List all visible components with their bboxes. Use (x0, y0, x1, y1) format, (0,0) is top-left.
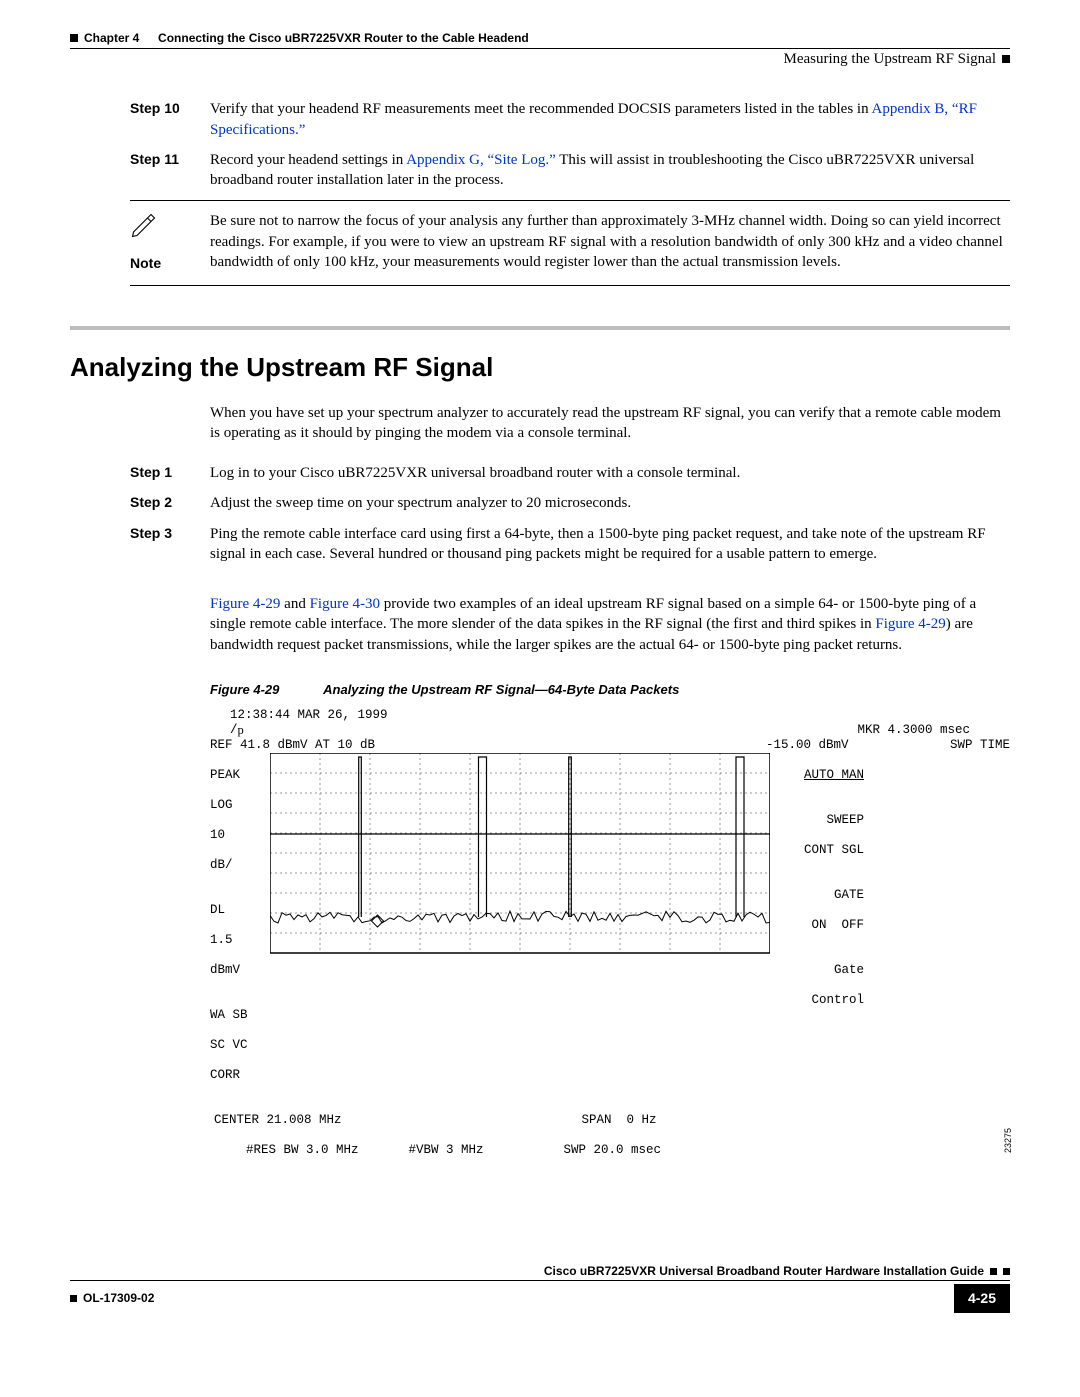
page-header: Chapter 4 Connecting the Cisco uBR7225VX… (70, 30, 1010, 46)
step-body: Record your headend settings in Appendix… (210, 150, 1010, 191)
note-block: Note Be sure not to narrow the focus of … (130, 200, 1010, 285)
footer-doc-number: OL-17309-02 (83, 1290, 154, 1306)
footer-rule (70, 1280, 1010, 1281)
step-row: Step 3 Ping the remote cable interface c… (130, 524, 1010, 565)
chart-marker-time: MKR 4.3000 msec (857, 723, 970, 738)
footer-bullet (70, 1295, 77, 1302)
note-text: Be sure not to narrow the focus of your … (210, 211, 1010, 272)
chart-right-col: AUTO MAN SWEEP CONT SGL GATE ON OFF Gate… (770, 753, 864, 1098)
figure-image-id: 23275 (1003, 1128, 1014, 1153)
footer-book-title: Cisco uBR7225VXR Universal Broadband Rou… (70, 1263, 984, 1279)
chart-atten: AT 10 dB (270, 738, 420, 753)
spectrum-plot (270, 753, 770, 963)
header-bullet-right (1002, 55, 1010, 63)
spectrum-analyzer-chart: 12:38:44 MAR 26, 1999 /p MKR 4.3000 msec… (210, 708, 1010, 1173)
step-row: Step 10 Verify that your headend RF meas… (130, 99, 1010, 140)
step-text: Record your headend settings in (210, 152, 406, 168)
step-body: Log in to your Cisco uBR7225VXR universa… (210, 463, 1010, 483)
step-label: Step 2 (130, 493, 210, 513)
para-text: and (280, 596, 309, 612)
chart-left-col: PEAK LOG 10 dB/ DL 1.5 dBmV WA SB SC VC … (210, 753, 270, 1098)
page-number-badge: 4-25 (954, 1284, 1010, 1313)
step-text: Verify that your headend RF measurements… (210, 101, 872, 117)
appendix-g-link[interactable]: Appendix G, “Site Log.” (406, 152, 556, 168)
figure-caption: Figure 4-29 Analyzing the Upstream RF Si… (210, 681, 1010, 699)
figure-4-29-link[interactable]: Figure 4-29 (210, 596, 280, 612)
footer-bullet (990, 1268, 997, 1275)
section-divider (70, 326, 1010, 330)
steps-block-b: Step 1 Log in to your Cisco uBR7225VXR u… (130, 463, 1010, 564)
chart-r-swptime: SWP TIME (950, 738, 1010, 752)
header-right: Measuring the Upstream RF Signal (70, 49, 1010, 69)
chart-left-labels: REF 41.8 dBmV (210, 738, 270, 753)
step-label: Step 11 (130, 150, 210, 191)
figure-title: Analyzing the Upstream RF Signal—64-Byte… (323, 682, 679, 697)
step-label: Step 3 (130, 524, 210, 565)
chapter-title: Connecting the Cisco uBR7225VXR Router t… (158, 30, 529, 46)
section-name-right: Measuring the Upstream RF Signal (784, 49, 996, 69)
step-row: Step 11 Record your headend settings in … (130, 150, 1010, 191)
steps-block-a: Step 10 Verify that your headend RF meas… (130, 99, 1010, 190)
step-row: Step 2 Adjust the sweep time on your spe… (130, 493, 1010, 513)
figure-intro-paragraph: Figure 4-29 and Figure 4-30 provide two … (210, 594, 1010, 655)
chart-marker-val: -15.00 dBmV (766, 738, 916, 753)
chapter-number: Chapter 4 (84, 30, 139, 46)
footer-bullet (1003, 1268, 1010, 1275)
figure-4-29-link-b[interactable]: Figure 4-29 (875, 616, 945, 632)
page-footer: Cisco uBR7225VXR Universal Broadband Rou… (70, 1263, 1010, 1312)
chart-bottom-labels: CENTER 21.008 MHzSPAN 0 Hz #RES BW 3.0 M… (214, 1098, 1010, 1173)
step-row: Step 1 Log in to your Cisco uBR7225VXR u… (130, 463, 1010, 483)
chart-timestamp: 12:38:44 MAR 26, 1999 (230, 708, 1010, 723)
header-bullet (70, 34, 78, 42)
step-label: Step 10 (130, 99, 210, 140)
step-body: Ping the remote cable interface card usi… (210, 524, 1010, 565)
step-label: Step 1 (130, 463, 210, 483)
figure-number: Figure 4-29 (210, 681, 320, 699)
step-body: Verify that your headend RF measurements… (210, 99, 1010, 140)
pencil-icon (130, 211, 158, 239)
note-label: Note (130, 254, 210, 273)
section-heading: Analyzing the Upstream RF Signal (70, 350, 1010, 385)
figure-4-30-link[interactable]: Figure 4-30 (310, 596, 380, 612)
intro-paragraph: When you have set up your spectrum analy… (210, 403, 1010, 444)
step-body: Adjust the sweep time on your spectrum a… (210, 493, 1010, 513)
